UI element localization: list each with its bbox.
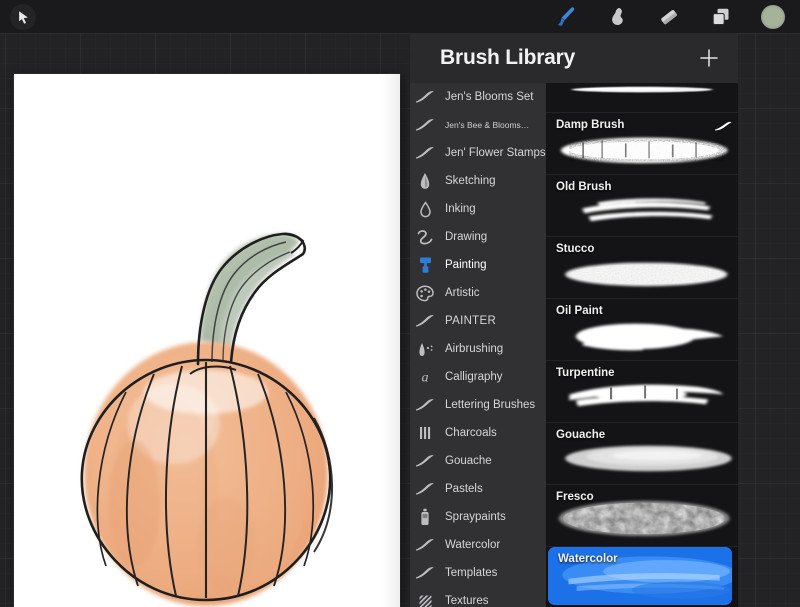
brush-item-damp-brush[interactable]: Damp Brush bbox=[546, 113, 738, 175]
brush-stroke-icon bbox=[414, 451, 436, 471]
brush-label: Old Brush bbox=[556, 181, 612, 193]
panel-header: Brush Library bbox=[410, 33, 738, 83]
brush-set-label: Sketching bbox=[445, 175, 496, 187]
brush-stroke-icon bbox=[414, 563, 436, 583]
brush-item-gouache[interactable]: Gouache bbox=[546, 423, 738, 485]
brush-library-panel: Brush Library Jen's Blooms Set Jen's Bee … bbox=[410, 33, 738, 607]
brush-item-fresco[interactable]: Fresco bbox=[546, 485, 738, 547]
paintbrush-icon[interactable] bbox=[552, 4, 578, 30]
brush-list[interactable]: Damp Brush Old Brush Stucco Oil Paint Tu… bbox=[546, 83, 738, 607]
hatch-square-icon bbox=[414, 591, 436, 607]
brush-set-label: Textures bbox=[445, 595, 489, 607]
brush-label: Gouache bbox=[556, 429, 606, 441]
brush-sets-sidebar[interactable]: Jen's Blooms Set Jen's Bee & Blooms… Jen' … bbox=[410, 83, 546, 607]
color-swatch[interactable] bbox=[760, 4, 786, 30]
brush-set-item-watercolor[interactable]: Watercolor bbox=[410, 531, 546, 559]
brush-set-item-pastels[interactable]: Pastels bbox=[410, 475, 546, 503]
brush-item-partial[interactable] bbox=[546, 83, 738, 113]
brush-stroke-icon bbox=[414, 535, 436, 555]
brush-stroke-icon bbox=[414, 143, 436, 163]
brush-item-watercolor[interactable]: Watercolor bbox=[548, 547, 732, 605]
charcoal-bars-icon bbox=[414, 423, 436, 443]
brush-set-label: Drawing bbox=[445, 231, 488, 243]
brush-set-item-jen-flower-stamps[interactable]: Jen' Flower Stamps bbox=[410, 139, 546, 167]
brush-set-label: Watercolor bbox=[445, 539, 501, 551]
layers-icon[interactable] bbox=[708, 4, 734, 30]
brush-set-item-inking[interactable]: Inking bbox=[410, 195, 546, 223]
brush-set-label: PAINTER bbox=[445, 315, 497, 327]
tool-icon-group bbox=[552, 0, 794, 33]
cursor-arrow-icon[interactable] bbox=[10, 4, 36, 30]
palette-icon bbox=[414, 283, 436, 303]
brush-label: Oil Paint bbox=[556, 305, 603, 317]
brush-label: Turpentine bbox=[556, 367, 615, 379]
brush-set-label: Calligraphy bbox=[445, 371, 503, 383]
brush-item-oil-paint[interactable]: Oil Paint bbox=[546, 299, 738, 361]
add-brush-button[interactable] bbox=[694, 43, 724, 73]
brush-set-item-painter[interactable]: PAINTER bbox=[410, 307, 546, 335]
brush-label: Watercolor bbox=[558, 553, 618, 565]
pumpkin-illustration bbox=[80, 232, 334, 606]
brush-item-old-brush[interactable]: Old Brush bbox=[546, 175, 738, 237]
brush-set-label: Gouache bbox=[445, 455, 492, 467]
pencil-tip-icon bbox=[414, 171, 436, 191]
current-color bbox=[761, 4, 785, 29]
brush-stroke-icon bbox=[414, 115, 436, 135]
brush-set-item-charcoals[interactable]: Charcoals bbox=[410, 419, 546, 447]
drawing-canvas[interactable] bbox=[14, 74, 400, 607]
spray-can-icon bbox=[414, 507, 436, 527]
letter-a-icon: a bbox=[414, 367, 436, 387]
brush-set-label: Pastels bbox=[445, 483, 483, 495]
brush-set-item-jen-s-blooms-set[interactable]: Jen's Blooms Set bbox=[410, 83, 546, 111]
brush-set-item-gouache[interactable]: Gouache bbox=[410, 447, 546, 475]
brush-item-turpentine[interactable]: Turpentine bbox=[546, 361, 738, 423]
brush-set-item-calligraphy[interactable]: a Calligraphy bbox=[410, 363, 546, 391]
brush-stroke-icon bbox=[414, 311, 436, 331]
recent-brush-icon bbox=[714, 118, 732, 136]
brush-set-label: Artistic bbox=[445, 287, 480, 299]
brush-label: Damp Brush bbox=[556, 119, 625, 131]
squiggle-icon bbox=[414, 227, 436, 247]
brush-stroke-icon bbox=[414, 395, 436, 415]
page-title: Brush Library bbox=[440, 46, 576, 69]
brush-set-item-painting[interactable]: Painting bbox=[410, 251, 546, 279]
brush-set-label: Spraypaints bbox=[445, 511, 506, 523]
svg-text:a: a bbox=[422, 371, 429, 385]
brush-set-item-airbrushing[interactable]: Airbrushing bbox=[410, 335, 546, 363]
brush-set-label: Jen's Blooms Set bbox=[445, 91, 534, 103]
brush-stroke-icon bbox=[414, 87, 436, 107]
brush-set-item-drawing[interactable]: Drawing bbox=[410, 223, 546, 251]
brush-set-item-jen-s-bee-blooms[interactable]: Jen's Bee & Blooms… bbox=[410, 111, 546, 139]
brush-set-label: Charcoals bbox=[445, 427, 497, 439]
paint-roller-icon bbox=[414, 255, 436, 275]
brush-set-label: Jen' Flower Stamps bbox=[445, 147, 546, 159]
brush-set-label: Inking bbox=[445, 203, 476, 215]
brush-set-item-sketching[interactable]: Sketching bbox=[410, 167, 546, 195]
brush-set-item-artistic[interactable]: Artistic bbox=[410, 279, 546, 307]
panel-body: Jen's Blooms Set Jen's Bee & Blooms… Jen' … bbox=[410, 83, 738, 607]
brush-set-item-textures[interactable]: Textures bbox=[410, 587, 546, 607]
brush-label: Stucco bbox=[556, 243, 595, 255]
brush-label: Fresco bbox=[556, 491, 594, 503]
brush-set-label: Painting bbox=[445, 259, 487, 271]
brush-set-item-lettering-brushes[interactable]: Lettering Brushes bbox=[410, 391, 546, 419]
brush-set-label: Lettering Brushes bbox=[445, 399, 536, 411]
smudge-finger-icon[interactable] bbox=[604, 4, 630, 30]
brush-set-item-templates[interactable]: Templates bbox=[410, 559, 546, 587]
brush-stroke-preview bbox=[546, 83, 738, 112]
brush-stroke-icon bbox=[414, 479, 436, 499]
brush-set-label: Jen's Bee & Blooms… bbox=[445, 120, 530, 130]
brush-set-label: Airbrushing bbox=[445, 343, 504, 355]
brush-set-label: Templates bbox=[445, 567, 498, 579]
brush-item-stucco[interactable]: Stucco bbox=[546, 237, 738, 299]
procreate-app: Brush Library Jen's Blooms Set Jen's Bee … bbox=[0, 0, 800, 607]
top-toolbar bbox=[0, 0, 800, 33]
airbrush-icon bbox=[414, 339, 436, 359]
brush-set-item-spraypaints[interactable]: Spraypaints bbox=[410, 503, 546, 531]
ink-drop-icon bbox=[414, 199, 436, 219]
eraser-icon[interactable] bbox=[656, 4, 682, 30]
